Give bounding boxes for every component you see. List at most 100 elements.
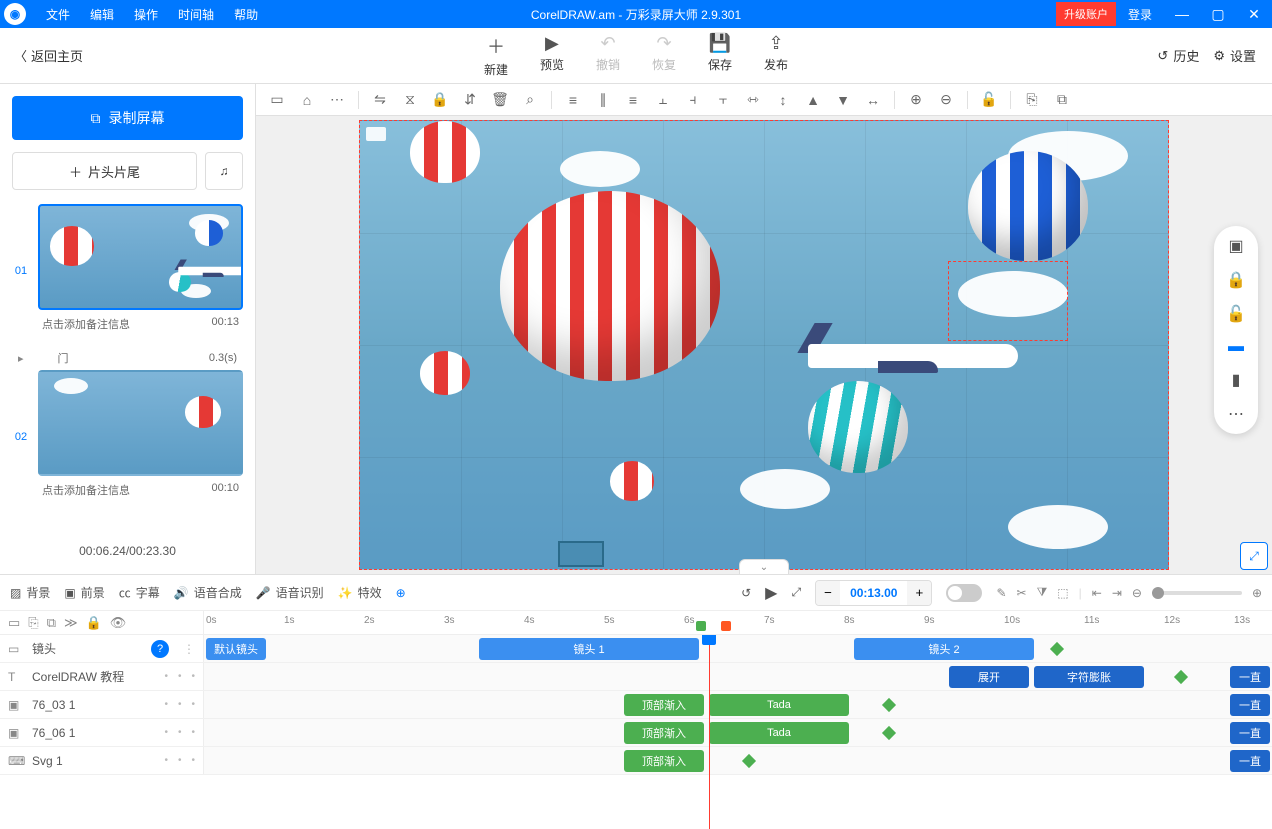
login-button[interactable]: 登录 [1116, 0, 1164, 29]
scene-transition[interactable]: ▸ 门 0.3(s) [12, 346, 243, 370]
distribute-h[interactable]: ⇿ [740, 87, 766, 113]
clip-topin[interactable]: 顶部渐入 [624, 722, 704, 744]
bring-front[interactable]: ▲ [800, 87, 826, 113]
zoom-out[interactable]: ⊖ [933, 87, 959, 113]
fit-view-button[interactable]: ⤢ [1240, 542, 1268, 570]
zoom-slider[interactable] [1152, 591, 1242, 595]
record-screen-button[interactable]: ⧉ 录制屏幕 [12, 96, 243, 140]
tab-background[interactable]: ▨背景 [10, 584, 50, 601]
menu-edit[interactable]: 编辑 [80, 0, 124, 29]
keyframe[interactable] [882, 698, 896, 712]
tab-asr[interactable]: 🎤语音识别 [256, 584, 324, 601]
clip-always[interactable]: 一直 [1230, 722, 1270, 744]
spacing-h[interactable]: ↔ [860, 87, 886, 113]
new-button[interactable]: ＋新建 [484, 33, 508, 78]
time-minus[interactable]: − [816, 581, 840, 605]
canvas[interactable] [359, 120, 1169, 570]
track-shots[interactable]: 默认镜头 镜头 1 镜头 2 [204, 635, 1272, 662]
time-stepper[interactable]: − 00:13.00 + [815, 580, 932, 606]
align-right[interactable]: ≡ [620, 87, 646, 113]
send-back[interactable]: ▼ [830, 87, 856, 113]
tool-more[interactable]: ⋯ [324, 87, 350, 113]
clip-tada[interactable]: Tada [709, 722, 849, 744]
lasso-icon[interactable]: ⬚ [1057, 586, 1068, 600]
unlock[interactable]: 🔓 [976, 87, 1002, 113]
track-svg[interactable]: 顶部渐入 一直 [204, 747, 1272, 774]
clip-always[interactable]: 一直 [1230, 694, 1270, 716]
snap-toggle[interactable] [946, 584, 982, 602]
scene-item-1[interactable]: 01 点击添加备注信息00:13 [12, 204, 243, 338]
redo-button[interactable]: ↷恢复 [652, 33, 676, 78]
scene-note[interactable]: 点击添加备注信息 [42, 316, 130, 332]
tab-tts[interactable]: 🔊语音合成 [174, 584, 242, 601]
scene-thumbnail[interactable] [38, 204, 243, 310]
collapse-canvas-button[interactable]: ⌄ [739, 559, 789, 574]
tab-more[interactable]: ⊕ [396, 586, 406, 600]
clip-charexpand[interactable]: 字符膨胀 [1034, 666, 1144, 688]
align-center-v[interactable]: ∥ [590, 87, 616, 113]
preview-button[interactable]: ▶预览 [540, 33, 564, 78]
frame-in-icon[interactable]: ⇤ [1092, 586, 1102, 600]
marker-green[interactable] [696, 621, 706, 631]
menu-help[interactable]: 帮助 [224, 0, 268, 29]
chevrons-icon[interactable]: ≫ [64, 615, 78, 631]
keyframe-add[interactable] [1050, 642, 1064, 656]
track-img2[interactable]: 顶部渐入 Tada 一直 [204, 719, 1272, 746]
lock-all-icon[interactable]: 🔒 [86, 615, 102, 631]
tab-foreground[interactable]: ▣前景 [64, 584, 104, 601]
tool-flip-h[interactable]: ⇋ [367, 87, 393, 113]
menu-timeline[interactable]: 时间轴 [168, 0, 224, 29]
tool-pointer[interactable]: ▭ [264, 87, 290, 113]
clip-shot-2[interactable]: 镜头 2 [854, 638, 1034, 660]
playhead[interactable] [709, 635, 710, 829]
frame-out-icon[interactable]: ⇥ [1112, 586, 1122, 600]
ft-mobile-icon[interactable]: ▮ [1232, 370, 1241, 390]
menu-action[interactable]: 操作 [124, 0, 168, 29]
ft-more-icon[interactable]: ⋯ [1228, 404, 1244, 424]
tool-adjust[interactable]: ⇵ [457, 87, 483, 113]
play-button[interactable]: ▶ [765, 583, 777, 603]
edit-icon[interactable]: ✎ [996, 586, 1006, 600]
ft-camera-icon[interactable]: ▣ [1228, 236, 1243, 256]
sound-button[interactable]: ♫ [205, 152, 243, 190]
clip-topin[interactable]: 顶部渐入 [624, 750, 704, 772]
clip-default-shot[interactable]: 默认镜头 [206, 638, 266, 660]
clip-always[interactable]: 一直 [1230, 750, 1270, 772]
keyframe[interactable] [742, 754, 756, 768]
folder-icon[interactable]: ⎘ [28, 615, 38, 631]
fullscreen-button[interactable]: ⤢ [791, 585, 801, 600]
clip-always[interactable]: 一直 [1230, 666, 1270, 688]
zoom-in[interactable]: ⊕ [903, 87, 929, 113]
undo-button[interactable]: ↶撤销 [596, 33, 620, 78]
scene-thumbnail[interactable] [38, 370, 243, 476]
help-button[interactable]: ? [151, 640, 169, 658]
maximize-button[interactable]: ▢ [1200, 0, 1236, 28]
keyframe[interactable] [882, 726, 896, 740]
tool-focus[interactable]: ⌕ [517, 87, 543, 113]
track-text[interactable]: 展开 字符膨胀 一直 [204, 663, 1272, 690]
time-ruler[interactable]: 0s 1s 2s 3s 4s 5s 6s 7s 8s 9s 10s 11s 12… [204, 611, 1272, 634]
time-plus[interactable]: + [907, 581, 931, 605]
tool-delete[interactable]: 🗑 [487, 87, 513, 113]
tool-home[interactable]: ⌂ [294, 87, 320, 113]
rewind-button[interactable]: ↺ [741, 586, 751, 600]
tab-subtitle[interactable]: ㏄字幕 [119, 584, 160, 601]
upgrade-button[interactable]: 升级账户 [1056, 2, 1116, 26]
back-home-button[interactable]: 〈 返回主页 [0, 46, 97, 65]
tool-lock[interactable]: 🔒 [427, 87, 453, 113]
duplicate[interactable]: ⧉ [1049, 87, 1075, 113]
history-button[interactable]: ↺历史 [1157, 46, 1199, 65]
align-middle[interactable]: ⫞ [680, 87, 706, 113]
filter-icon[interactable]: ⧩ [1037, 585, 1048, 600]
ft-display-icon[interactable]: ▬ [1228, 338, 1244, 356]
visibility-icon[interactable]: 👁 [110, 615, 127, 631]
close-button[interactable]: ✕ [1236, 0, 1272, 28]
selection-box[interactable] [948, 261, 1068, 341]
publish-button[interactable]: ⇪发布 [764, 33, 788, 78]
marker-red[interactable] [721, 621, 731, 631]
clip-shot-1[interactable]: 镜头 1 [479, 638, 699, 660]
save-button[interactable]: 💾保存 [708, 33, 732, 78]
cut-icon[interactable]: ✂ [1017, 586, 1027, 600]
track-img1[interactable]: 顶部渐入 Tada 一直 [204, 691, 1272, 718]
keyframe[interactable] [1174, 670, 1188, 684]
